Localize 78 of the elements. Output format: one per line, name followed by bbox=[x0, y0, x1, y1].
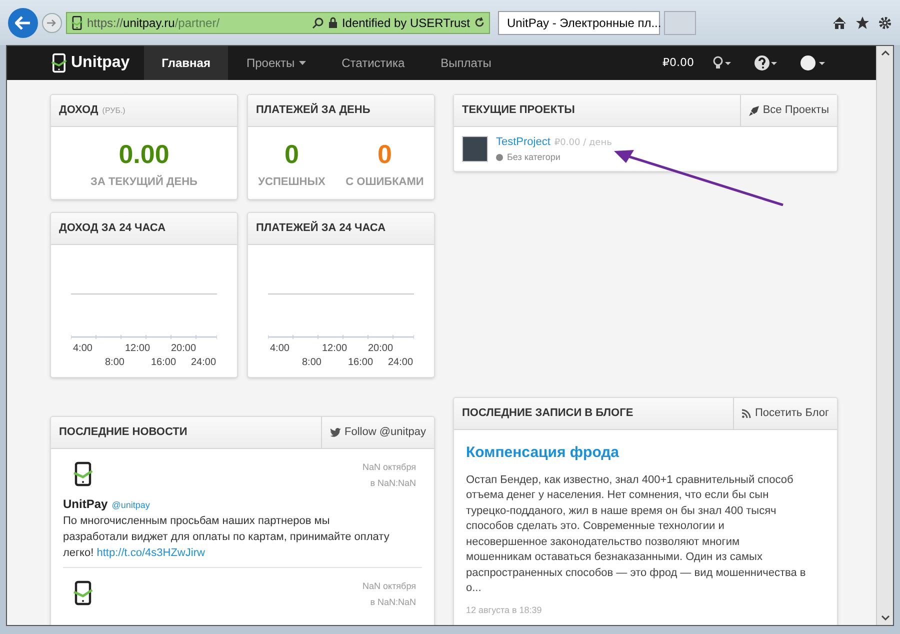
axis-label: 4:00 bbox=[73, 342, 92, 356]
payment-count: 0 bbox=[284, 138, 299, 171]
axis-label: 24:00 bbox=[388, 356, 414, 370]
project-thumbnail bbox=[462, 136, 488, 162]
tweet-date: NaN октября bbox=[362, 461, 416, 474]
rss-icon bbox=[742, 409, 751, 418]
phone-logo-icon bbox=[73, 580, 93, 606]
blog-post-date: 12 августа в 18:39 bbox=[466, 604, 542, 614]
phone-logo-icon bbox=[51, 53, 67, 73]
card-header-link[interactable]: Все Проекты bbox=[740, 95, 837, 126]
search-icon bbox=[312, 16, 324, 28]
axis-label: 8:00 bbox=[105, 356, 124, 370]
card-header-link[interactable]: Посетить Блог bbox=[732, 398, 837, 429]
card-title: ПЛАТЕЖЕЙ ЗА ДЕНЬ bbox=[256, 102, 370, 118]
address-bar[interactable]: https://unitpay.ru/partner/ Identified by USERTrust bbox=[66, 12, 490, 34]
axis-label: 12:00 bbox=[125, 342, 150, 356]
axis-label: 4:00 bbox=[270, 342, 290, 356]
tweet-link[interactable]: http://t.co/4s3HZwJirw bbox=[96, 547, 205, 559]
balance-text: ₽0.00 bbox=[662, 54, 694, 71]
payment-caption: УСПЕШНЫХ bbox=[258, 175, 326, 190]
project-category: Без категори bbox=[507, 150, 560, 164]
card-title: ДОХОД ЗА 24 ЧАСА bbox=[59, 221, 166, 236]
nav-item[interactable]: Главная bbox=[144, 46, 228, 80]
certificate-identity[interactable]: Identified by USERTrust bbox=[342, 14, 470, 32]
axis-label: 20:00 bbox=[368, 342, 394, 356]
nav-item[interactable]: Проекты bbox=[228, 46, 324, 80]
help-icon[interactable] bbox=[754, 55, 778, 71]
tag-icon bbox=[496, 154, 503, 161]
home-icon[interactable] bbox=[832, 16, 847, 30]
blog-post-title[interactable]: Компенсация фрода bbox=[466, 442, 825, 464]
axis-label: 16:00 bbox=[151, 356, 176, 370]
back-button[interactable] bbox=[8, 8, 38, 38]
right-arrow-icon bbox=[47, 18, 57, 26]
bird-icon bbox=[330, 428, 341, 437]
axis-label: 20:00 bbox=[171, 342, 196, 356]
tweet-text: По многочисленным просьбам наших партнеров мы разработали виджет для оплаты по картам, принимайте оплату легко! http://t.co/4s3HZwJirw bbox=[63, 514, 390, 561]
tweet-handle[interactable]: @unitpay bbox=[112, 499, 150, 512]
forward-button[interactable] bbox=[42, 12, 62, 32]
lightbulb-icon[interactable] bbox=[712, 56, 732, 70]
favorites-star-icon[interactable] bbox=[855, 16, 870, 30]
phone-logo-icon bbox=[71, 16, 83, 30]
lock-icon bbox=[328, 16, 338, 28]
browser-tab[interactable]: UnitPay - Электронные пл... bbox=[498, 10, 660, 34]
card-title: ПЛАТЕЖЕЙ ЗА 24 ЧАСА bbox=[256, 220, 386, 236]
axis-label: 16:00 bbox=[348, 356, 374, 370]
blog-post-excerpt: Остап Бендер, как известно, знал 400+1 сравнительный способ отъема денег у населения. Нет сомнения, что если бы сын турецко-подданого, жил в наше время он бы знал 400 тысяч способов сделать это. Современные технологии и несовершенное законодательство позволяют многим мошенникам оставаться безнаказанными. Один из самых распространенных способов — это фрод — вид мошенничества в о... bbox=[466, 472, 806, 596]
card-title: ДОХОД bbox=[59, 103, 98, 118]
left-arrow-icon bbox=[15, 16, 31, 30]
nav-item[interactable]: Статистика bbox=[324, 46, 423, 80]
settings-icon[interactable] bbox=[878, 16, 892, 30]
project-name[interactable]: TestProject bbox=[496, 134, 550, 150]
payment-count: 0 bbox=[378, 138, 392, 171]
axis-label: 24:00 bbox=[191, 356, 216, 370]
axis-label: 12:00 bbox=[322, 342, 348, 356]
tab-title: UnitPay - Электронные пл... bbox=[507, 14, 662, 32]
rocket-icon bbox=[748, 106, 759, 116]
user-avatar-icon[interactable] bbox=[800, 55, 826, 71]
card-title: ПОСЛЕДНИЕ ЗАПИСИ В БЛОГЕ bbox=[462, 406, 634, 422]
income-caption: ЗА ТЕКУЩИЙ ДЕНЬ bbox=[90, 174, 198, 190]
brand-logo[interactable]: Unitpay bbox=[71, 51, 130, 75]
card-title: ТЕКУЩИЕ ПРОЕКТЫ bbox=[462, 103, 575, 118]
phone-logo-icon bbox=[73, 461, 93, 487]
income-value: 0.00 bbox=[118, 138, 170, 171]
tweet-date: NaN октября bbox=[362, 580, 416, 593]
payment-caption: С ОШИБКАМИ bbox=[346, 175, 424, 190]
refresh-icon bbox=[474, 17, 485, 28]
axis-label: 8:00 bbox=[302, 356, 322, 370]
card-title: ПОСЛЕДНИЕ НОВОСТИ bbox=[59, 425, 188, 440]
project-amount: ₽0.00 / день bbox=[554, 137, 612, 150]
scrollbar[interactable] bbox=[876, 46, 893, 625]
tweet-author: UnitPay bbox=[63, 496, 108, 513]
card-header-link[interactable]: Follow @unitpay bbox=[320, 417, 434, 448]
nav-item[interactable]: Выплаты bbox=[422, 46, 510, 80]
card-unit: (РУБ.) bbox=[102, 105, 126, 118]
url-text: https://unitpay.ru/partner/ bbox=[87, 14, 221, 32]
tweet-time: в NaN:NaN bbox=[370, 477, 416, 490]
caret-icon bbox=[298, 61, 306, 65]
tweet-time: в NaN:NaN bbox=[370, 596, 416, 609]
